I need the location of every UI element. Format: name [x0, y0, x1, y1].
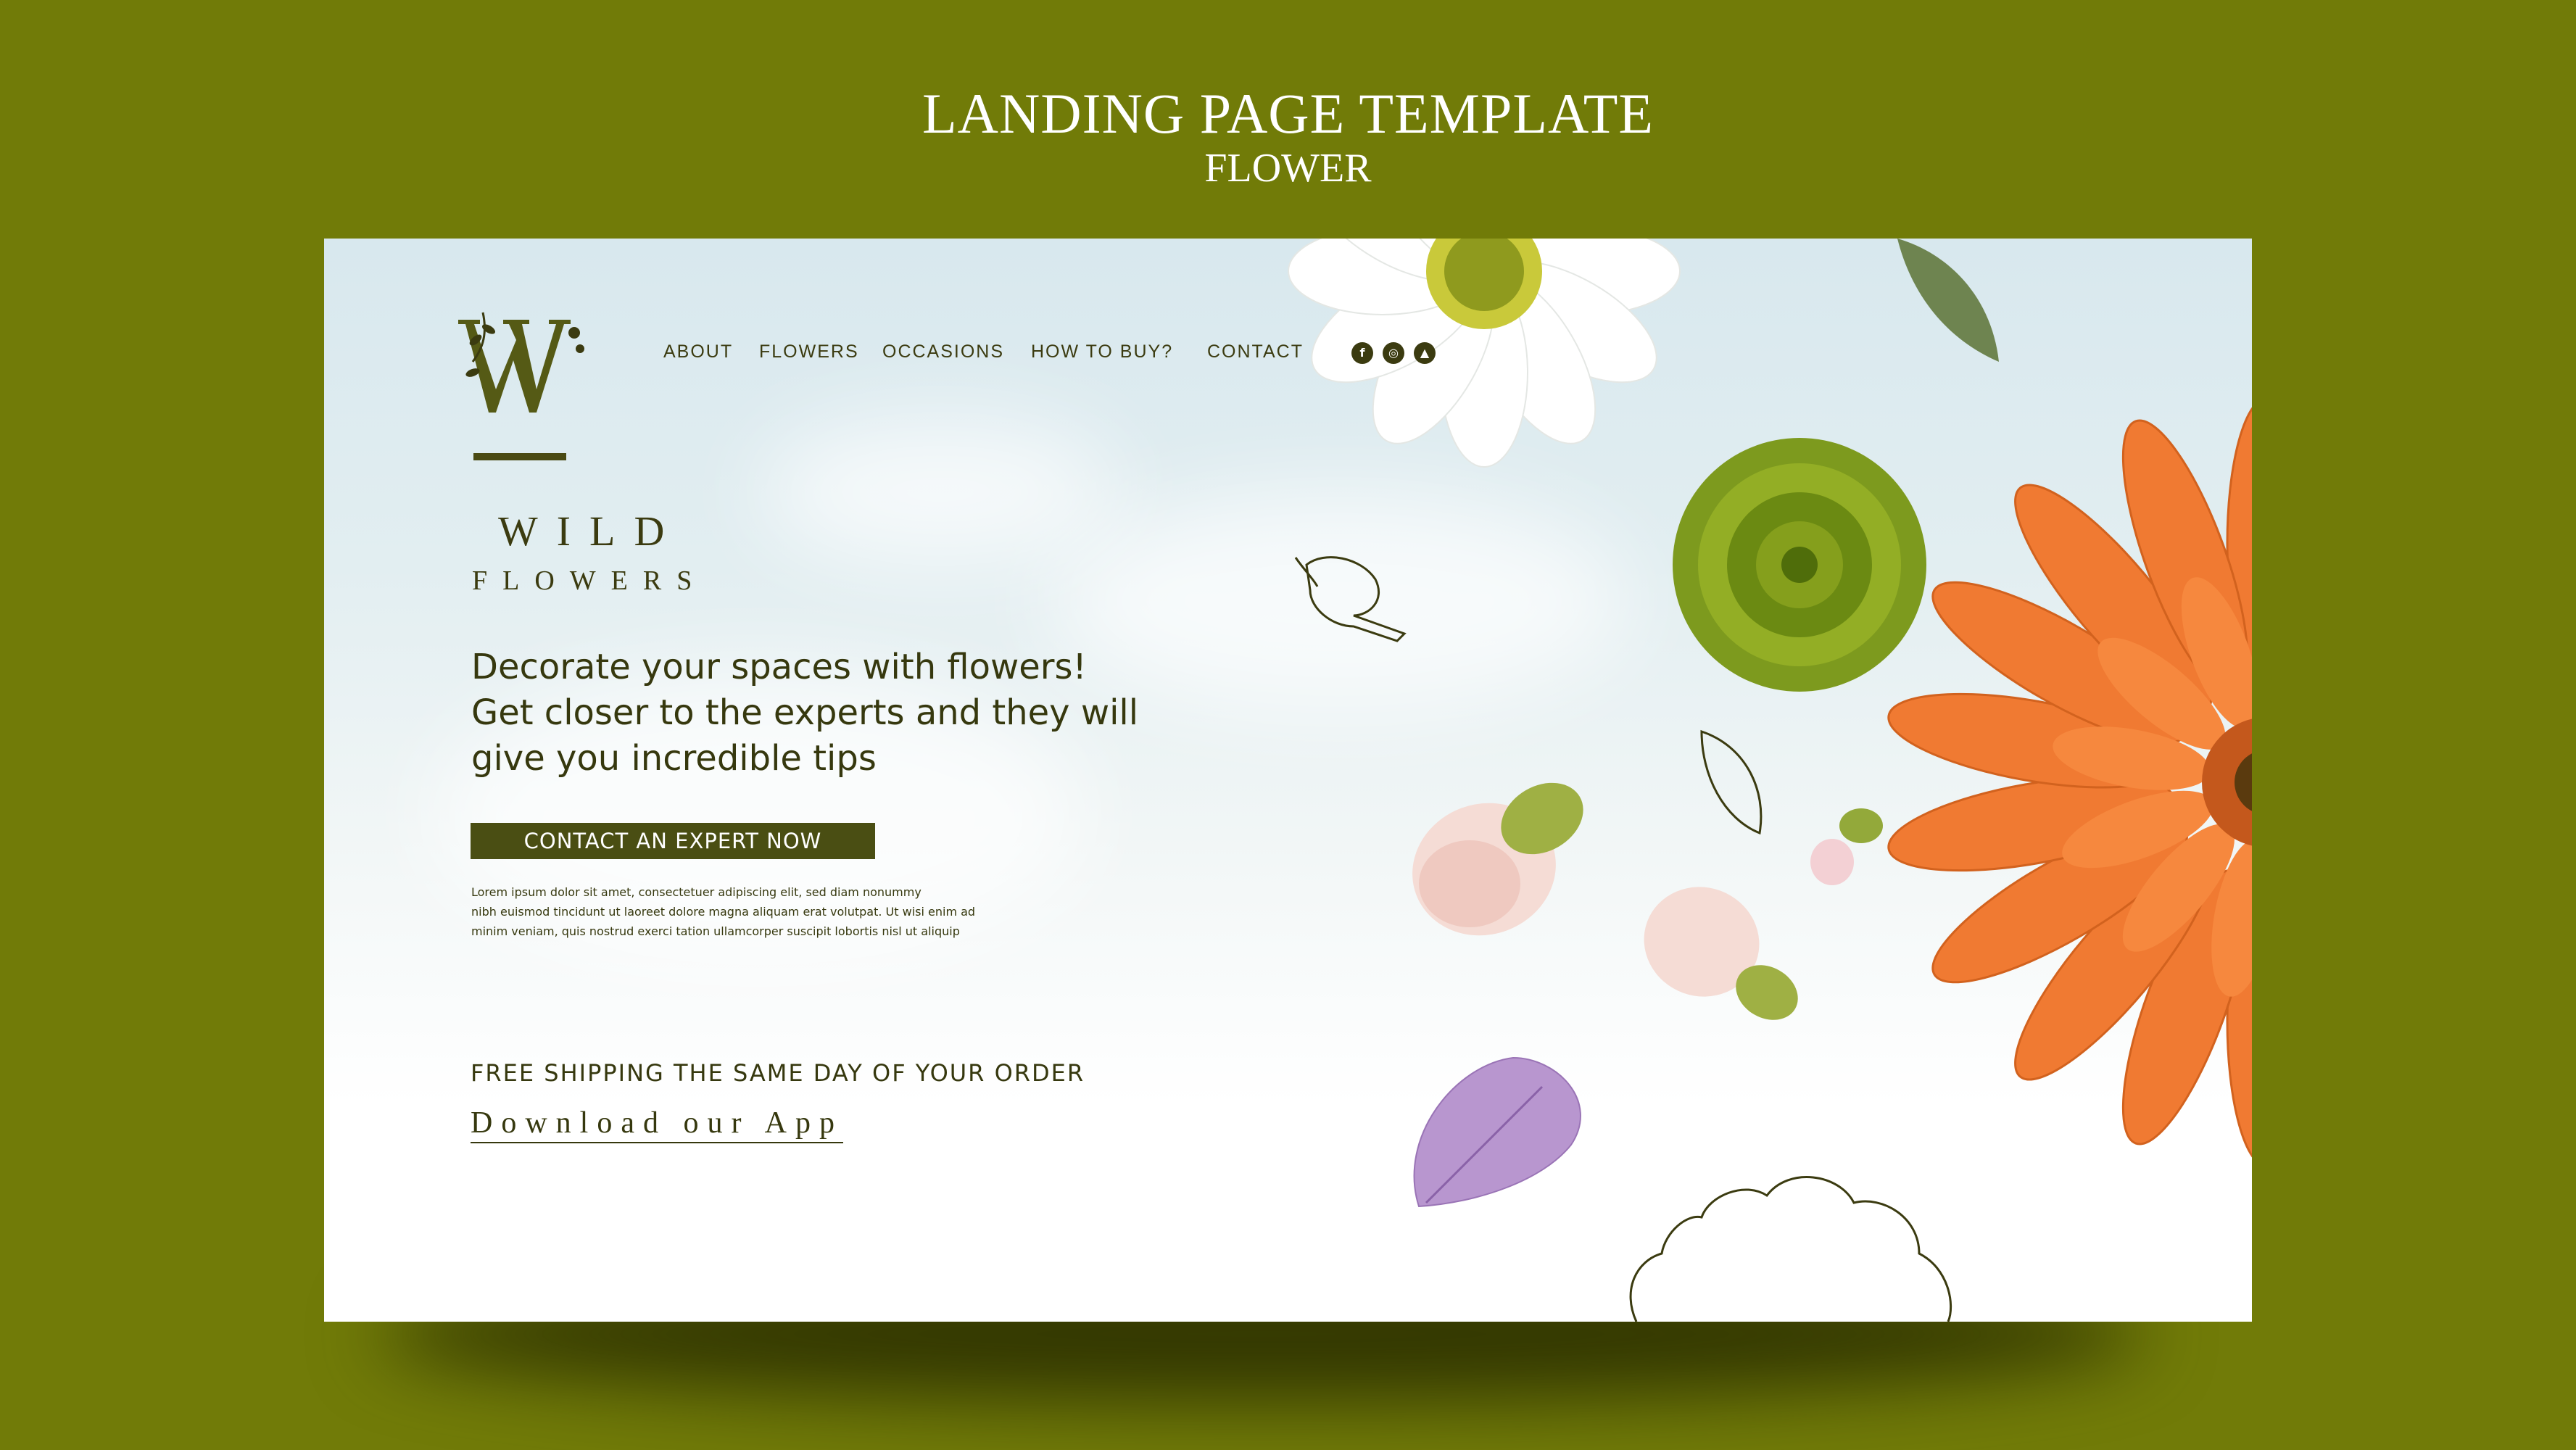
- lorem-line-2: nibh euismod tincidunt ut laoreet dolore…: [471, 905, 976, 919]
- lorem-line-1: Lorem ipsum dolor sit amet, consectetuer…: [471, 885, 922, 899]
- twitter-icon[interactable]: ▲: [1414, 342, 1436, 364]
- download-app-link[interactable]: Download our App: [471, 1106, 843, 1143]
- logo-divider: [473, 453, 566, 460]
- flower-outline: [1629, 1176, 1952, 1322]
- rose-bud-image: [1412, 782, 1583, 936]
- bud-outline: [1305, 556, 1407, 642]
- contact-expert-button[interactable]: CONTACT AN EXPERT NOW: [471, 823, 875, 859]
- headline-line-3: give you incredible tips: [471, 738, 877, 779]
- page-title: LANDING PAGE TEMPLATE: [922, 82, 1654, 145]
- landing-page-mockup: WILD FLOWERS ABOUT FLOWERS OCCASIONS HOW…: [324, 239, 2252, 1322]
- brand-wild: WILD: [498, 508, 684, 555]
- green-mum-image: [1673, 438, 1926, 692]
- lorem-paragraph: Lorem ipsum dolor sit amet, consectetuer…: [471, 882, 1124, 941]
- hero-headline: Decorate your spaces with flowers! Get c…: [471, 645, 1240, 782]
- daisy-image: [1288, 239, 1681, 468]
- brand-flowers: FLOWERS: [472, 566, 708, 596]
- nav-occasions[interactable]: OCCASIONS: [882, 341, 1004, 362]
- leaf-outline: [1700, 729, 1763, 835]
- leaf-image: [1897, 239, 1999, 362]
- nav-flowers[interactable]: FLOWERS: [759, 341, 859, 362]
- instagram-icon[interactable]: ◎: [1383, 342, 1404, 364]
- page-subtitle: FLOWER: [1204, 146, 1372, 191]
- facebook-icon[interactable]: f: [1351, 342, 1373, 364]
- small-bud-image: [1810, 808, 1883, 885]
- nav-contact[interactable]: CONTACT: [1207, 341, 1304, 362]
- rose-bud-image-2: [1644, 887, 1798, 1020]
- headline-line-1: Decorate your spaces with flowers!: [471, 647, 1087, 687]
- gerbera-image: [1887, 407, 2252, 1158]
- nav-about[interactable]: ABOUT: [663, 341, 733, 362]
- nav-how-to-buy[interactable]: HOW TO BUY?: [1031, 341, 1173, 362]
- free-shipping-text: FREE SHIPPING THE SAME DAY OF YOUR ORDER: [471, 1059, 1085, 1087]
- headline-line-2: Get closer to the experts and they will: [471, 692, 1139, 733]
- logo-icon[interactable]: [451, 304, 596, 420]
- lorem-line-3: minim veniam, quis nostrud exerci tation…: [471, 924, 960, 938]
